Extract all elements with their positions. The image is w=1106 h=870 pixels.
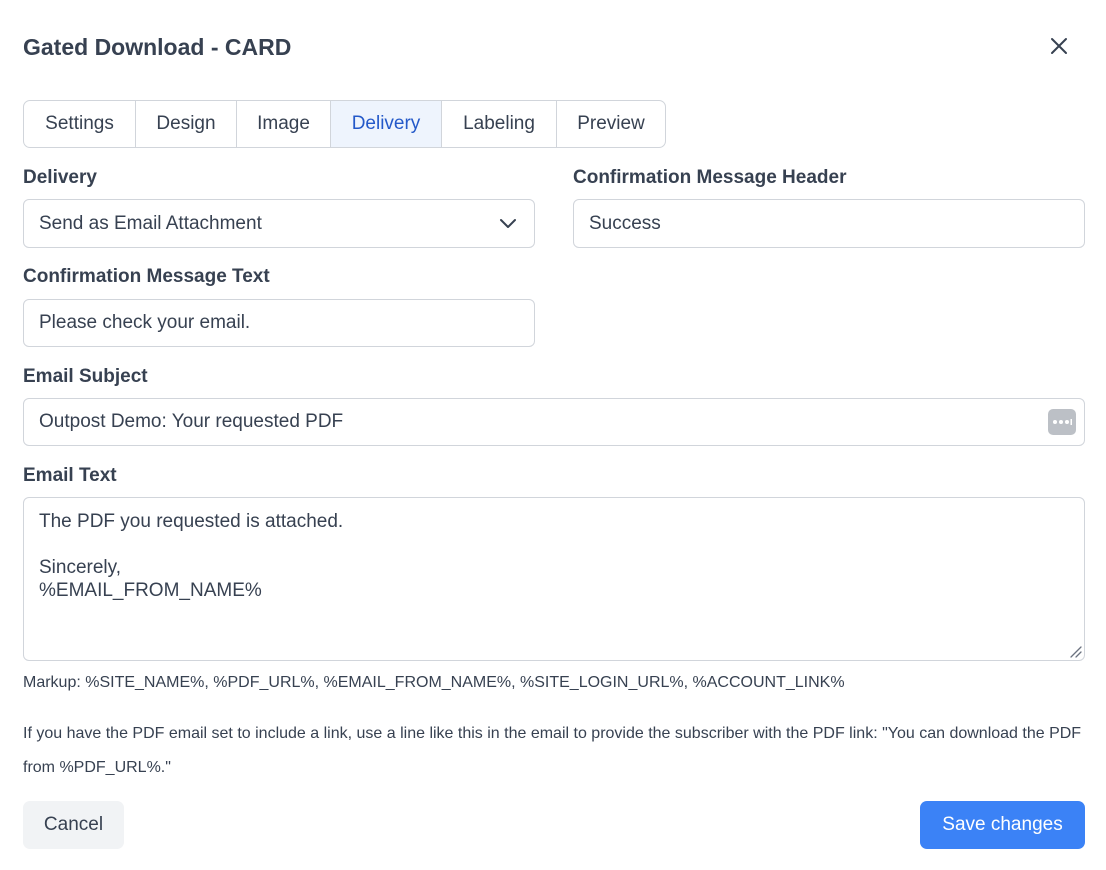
email-subject-value: Outpost Demo: Your requested PDF: [39, 411, 344, 432]
email-text-label: Email Text: [23, 465, 117, 486]
dialog-title: Gated Download - CARD: [23, 34, 292, 60]
email-text-line: Sincerely,: [39, 557, 122, 578]
tab-design[interactable]: Design: [136, 101, 237, 147]
delivery-label: Delivery: [23, 167, 97, 188]
markup-help-text: Markup: %SITE_NAME%, %PDF_URL%, %EMAIL_F…: [23, 674, 845, 691]
email-subject-label: Email Subject: [23, 366, 148, 387]
pdf-link-help-text: If you have the PDF email set to include…: [23, 725, 1082, 776]
save-changes-button[interactable]: Save changes: [920, 801, 1085, 849]
confirmation-text-label: Confirmation Message Text: [23, 266, 270, 287]
chevron-down-icon: [497, 213, 519, 235]
confirmation-text-input[interactable]: Please check your email.: [23, 299, 535, 347]
confirmation-header-input[interactable]: Success: [573, 199, 1085, 248]
email-text-line: The PDF you requested is attached.: [39, 511, 344, 532]
email-text-textarea[interactable]: The PDF you requested is attached. Since…: [23, 497, 1085, 661]
confirmation-text-value: Please check your email.: [39, 312, 251, 333]
email-subject-input[interactable]: Outpost Demo: Your requested PDF: [23, 398, 1085, 446]
tab-settings[interactable]: Settings: [24, 101, 136, 147]
cancel-button[interactable]: Cancel: [23, 801, 124, 849]
delivery-select[interactable]: Send as Email Attachment: [23, 199, 535, 248]
email-text-line: [39, 533, 1069, 556]
resize-handle-icon[interactable]: [1068, 644, 1082, 658]
email-text-line: %EMAIL_FROM_NAME%: [39, 580, 262, 601]
confirmation-header-label: Confirmation Message Header: [573, 167, 847, 188]
more-options-button[interactable]: [1048, 409, 1076, 435]
tab-labeling[interactable]: Labeling: [442, 101, 557, 147]
gated-download-dialog: Gated Download - CARD Settings Design Im…: [0, 0, 1106, 870]
close-button[interactable]: [1046, 33, 1072, 59]
tab-image[interactable]: Image: [237, 101, 331, 147]
confirmation-header-value: Success: [589, 212, 661, 234]
tab-bar: Settings Design Image Delivery Labeling …: [23, 100, 666, 148]
delivery-select-value: Send as Email Attachment: [39, 212, 262, 234]
tab-preview[interactable]: Preview: [557, 101, 665, 147]
more-options-icon: [1053, 419, 1072, 425]
tab-delivery[interactable]: Delivery: [331, 101, 442, 147]
close-icon: [1051, 38, 1067, 54]
